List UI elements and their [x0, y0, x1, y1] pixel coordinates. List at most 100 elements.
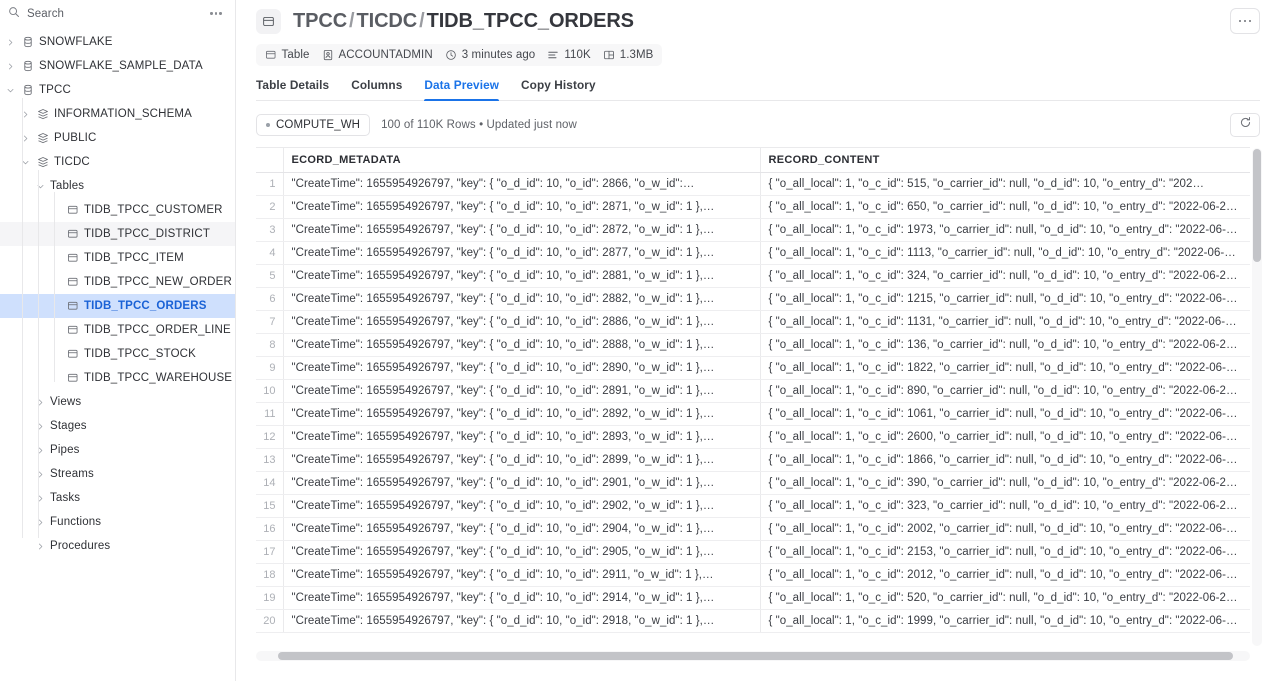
- sidebar-item-tidb-tpcc-order-line[interactable]: TIDB_TPCC_ORDER_LINE: [0, 318, 235, 342]
- sidebar-item-tidb-tpcc-warehouse[interactable]: TIDB_TPCC_WAREHOUSE: [0, 366, 235, 390]
- chevron-down-icon[interactable]: [2, 86, 18, 95]
- sidebar-item-tidb-tpcc-customer[interactable]: TIDB_TPCC_CUSTOMER: [0, 198, 235, 222]
- cell-record-metadata[interactable]: "CreateTime": 1655954926797, "key": { "o…: [283, 494, 761, 518]
- sidebar-item-information-schema[interactable]: INFORMATION_SCHEMA: [0, 102, 235, 126]
- breadcrumb-schema[interactable]: TICDC: [357, 10, 418, 32]
- sidebar-item-tidb-tpcc-district[interactable]: TIDB_TPCC_DISTRICT: [0, 222, 235, 246]
- sidebar-item-tidb-tpcc-orders[interactable]: TIDB_TPCC_ORDERS: [0, 294, 235, 318]
- sidebar-item-tables[interactable]: Tables: [0, 174, 235, 198]
- sidebar-search-label[interactable]: Search: [27, 8, 200, 20]
- chevron-right-icon[interactable]: [32, 470, 48, 479]
- cell-record-metadata[interactable]: "CreateTime": 1655954926797, "key": { "o…: [283, 241, 761, 265]
- cell-record-metadata[interactable]: "CreateTime": 1655954926797, "key": { "o…: [283, 172, 761, 196]
- chevron-right-icon[interactable]: [2, 38, 18, 47]
- cell-record-metadata[interactable]: "CreateTime": 1655954926797, "key": { "o…: [283, 264, 761, 288]
- vertical-scrollbar[interactable]: [1252, 148, 1262, 646]
- cell-record-content[interactable]: { "o_all_local": 1, "o_c_id": 1113, "o_c…: [760, 241, 1250, 265]
- sidebar-item-procedures[interactable]: Procedures: [0, 534, 235, 558]
- table-row[interactable]: 15 "CreateTime": 1655954926797, "key": { …: [256, 494, 1250, 518]
- chevron-right-icon[interactable]: [17, 110, 33, 119]
- sidebar-item-pipes[interactable]: Pipes: [0, 438, 235, 462]
- sidebar-item-tasks[interactable]: Tasks: [0, 486, 235, 510]
- sidebar-item-tidb-tpcc-stock[interactable]: TIDB_TPCC_STOCK: [0, 342, 235, 366]
- sidebar-item-streams[interactable]: Streams: [0, 462, 235, 486]
- table-row[interactable]: 1 "CreateTime": 1655954926797, "key": { "…: [256, 172, 1250, 196]
- column-header-record-metadata[interactable]: ECORD_METADATA: [283, 147, 761, 173]
- refresh-button[interactable]: [1230, 113, 1260, 137]
- tab-copy-history[interactable]: Copy History: [521, 78, 596, 100]
- cell-record-metadata[interactable]: "CreateTime": 1655954926797, "key": { "o…: [283, 563, 761, 587]
- table-row[interactable]: 13 "CreateTime": 1655954926797, "key": { …: [256, 448, 1250, 472]
- cell-record-content[interactable]: { "o_all_local": 1, "o_c_id": 2153, "o_c…: [760, 540, 1250, 564]
- column-header-record-content[interactable]: RECORD_CONTENT: [760, 147, 1250, 173]
- data-preview-scroll-area[interactable]: ECORD_METADATA RECORD_CONTENT 1 "CreateTi…: [256, 147, 1250, 647]
- sidebar-item-functions[interactable]: Functions: [0, 510, 235, 534]
- chevron-down-icon[interactable]: [17, 158, 33, 167]
- chevron-right-icon[interactable]: [32, 494, 48, 503]
- table-row[interactable]: 2 "CreateTime": 1655954926797, "key": { "…: [256, 195, 1250, 219]
- cell-record-content[interactable]: { "o_all_local": 1, "o_c_id": 1215, "o_c…: [760, 287, 1250, 311]
- cell-record-content[interactable]: { "o_all_local": 1, "o_c_id": 2002, "o_c…: [760, 517, 1250, 541]
- table-row[interactable]: 8 "CreateTime": 1655954926797, "key": { "…: [256, 333, 1250, 357]
- sidebar-item-public[interactable]: PUBLIC: [0, 126, 235, 150]
- header-more-button[interactable]: [1230, 8, 1260, 34]
- cell-record-content[interactable]: { "o_all_local": 1, "o_c_id": 515, "o_ca…: [760, 172, 1250, 196]
- cell-record-metadata[interactable]: "CreateTime": 1655954926797, "key": { "o…: [283, 379, 761, 403]
- breadcrumb-database[interactable]: TPCC: [293, 10, 347, 32]
- sidebar-item-stages[interactable]: Stages: [0, 414, 235, 438]
- sidebar-item-snowflake[interactable]: SNOWFLAKE: [0, 30, 235, 54]
- tab-data-preview[interactable]: Data Preview: [424, 78, 499, 101]
- tab-columns[interactable]: Columns: [351, 78, 402, 100]
- chevron-right-icon[interactable]: [32, 518, 48, 527]
- cell-record-metadata[interactable]: "CreateTime": 1655954926797, "key": { "o…: [283, 471, 761, 495]
- sidebar-item-ticdc[interactable]: TICDC: [0, 150, 235, 174]
- cell-record-content[interactable]: { "o_all_local": 1, "o_c_id": 890, "o_ca…: [760, 379, 1250, 403]
- cell-record-metadata[interactable]: "CreateTime": 1655954926797, "key": { "o…: [283, 425, 761, 449]
- cell-record-content[interactable]: { "o_all_local": 1, "o_c_id": 1822, "o_c…: [760, 356, 1250, 380]
- vertical-scrollbar-thumb[interactable]: [1253, 149, 1261, 262]
- table-row[interactable]: 9 "CreateTime": 1655954926797, "key": { "…: [256, 356, 1250, 380]
- cell-record-content[interactable]: { "o_all_local": 1, "o_c_id": 1131, "o_c…: [760, 310, 1250, 334]
- table-row[interactable]: 17 "CreateTime": 1655954926797, "key": { …: [256, 540, 1250, 564]
- chevron-right-icon[interactable]: [17, 134, 33, 143]
- cell-record-content[interactable]: { "o_all_local": 1, "o_c_id": 390, "o_ca…: [760, 471, 1250, 495]
- cell-record-content[interactable]: { "o_all_local": 1, "o_c_id": 1999, "o_c…: [760, 609, 1250, 633]
- table-row[interactable]: 6 "CreateTime": 1655954926797, "key": { "…: [256, 287, 1250, 311]
- cell-record-metadata[interactable]: "CreateTime": 1655954926797, "key": { "o…: [283, 310, 761, 334]
- table-row[interactable]: 16 "CreateTime": 1655954926797, "key": { …: [256, 517, 1250, 541]
- table-row[interactable]: 12 "CreateTime": 1655954926797, "key": { …: [256, 425, 1250, 449]
- warehouse-selector[interactable]: COMPUTE_WH: [256, 114, 371, 136]
- cell-record-content[interactable]: { "o_all_local": 1, "o_c_id": 650, "o_ca…: [760, 195, 1250, 219]
- table-row[interactable]: 11 "CreateTime": 1655954926797, "key": { …: [256, 402, 1250, 426]
- table-row[interactable]: 3 "CreateTime": 1655954926797, "key": { "…: [256, 218, 1250, 242]
- table-row[interactable]: 14 "CreateTime": 1655954926797, "key": { …: [256, 471, 1250, 495]
- chevron-right-icon[interactable]: [32, 446, 48, 455]
- cell-record-metadata[interactable]: "CreateTime": 1655954926797, "key": { "o…: [283, 195, 761, 219]
- chevron-right-icon[interactable]: [32, 542, 48, 551]
- cell-record-metadata[interactable]: "CreateTime": 1655954926797, "key": { "o…: [283, 540, 761, 564]
- cell-record-metadata[interactable]: "CreateTime": 1655954926797, "key": { "o…: [283, 448, 761, 472]
- sidebar-item-tidb-tpcc-item[interactable]: TIDB_TPCC_ITEM: [0, 246, 235, 270]
- chevron-right-icon[interactable]: [32, 398, 48, 407]
- cell-record-content[interactable]: { "o_all_local": 1, "o_c_id": 2012, "o_c…: [760, 563, 1250, 587]
- cell-record-metadata[interactable]: "CreateTime": 1655954926797, "key": { "o…: [283, 517, 761, 541]
- table-row[interactable]: 4 "CreateTime": 1655954926797, "key": { "…: [256, 241, 1250, 265]
- cell-record-metadata[interactable]: "CreateTime": 1655954926797, "key": { "o…: [283, 586, 761, 610]
- table-row[interactable]: 19 "CreateTime": 1655954926797, "key": { …: [256, 586, 1250, 610]
- cell-record-content[interactable]: { "o_all_local": 1, "o_c_id": 324, "o_ca…: [760, 264, 1250, 288]
- cell-record-metadata[interactable]: "CreateTime": 1655954926797, "key": { "o…: [283, 218, 761, 242]
- cell-record-metadata[interactable]: "CreateTime": 1655954926797, "key": { "o…: [283, 402, 761, 426]
- cell-record-content[interactable]: { "o_all_local": 1, "o_c_id": 1061, "o_c…: [760, 402, 1250, 426]
- chevron-right-icon[interactable]: [2, 62, 18, 71]
- horizontal-scrollbar[interactable]: [256, 651, 1250, 661]
- sidebar-item-snowflake-sample-data[interactable]: SNOWFLAKE_SAMPLE_DATA: [0, 54, 235, 78]
- table-row[interactable]: 20 "CreateTime": 1655954926797, "key": { …: [256, 609, 1250, 633]
- chevron-right-icon[interactable]: [32, 422, 48, 431]
- tab-table-details[interactable]: Table Details: [256, 78, 329, 100]
- horizontal-scrollbar-thumb[interactable]: [278, 652, 1233, 660]
- cell-record-content[interactable]: { "o_all_local": 1, "o_c_id": 520, "o_ca…: [760, 586, 1250, 610]
- cell-record-content[interactable]: { "o_all_local": 1, "o_c_id": 1973, "o_c…: [760, 218, 1250, 242]
- cell-record-content[interactable]: { "o_all_local": 1, "o_c_id": 323, "o_ca…: [760, 494, 1250, 518]
- cell-record-metadata[interactable]: "CreateTime": 1655954926797, "key": { "o…: [283, 287, 761, 311]
- table-row[interactable]: 5 "CreateTime": 1655954926797, "key": { "…: [256, 264, 1250, 288]
